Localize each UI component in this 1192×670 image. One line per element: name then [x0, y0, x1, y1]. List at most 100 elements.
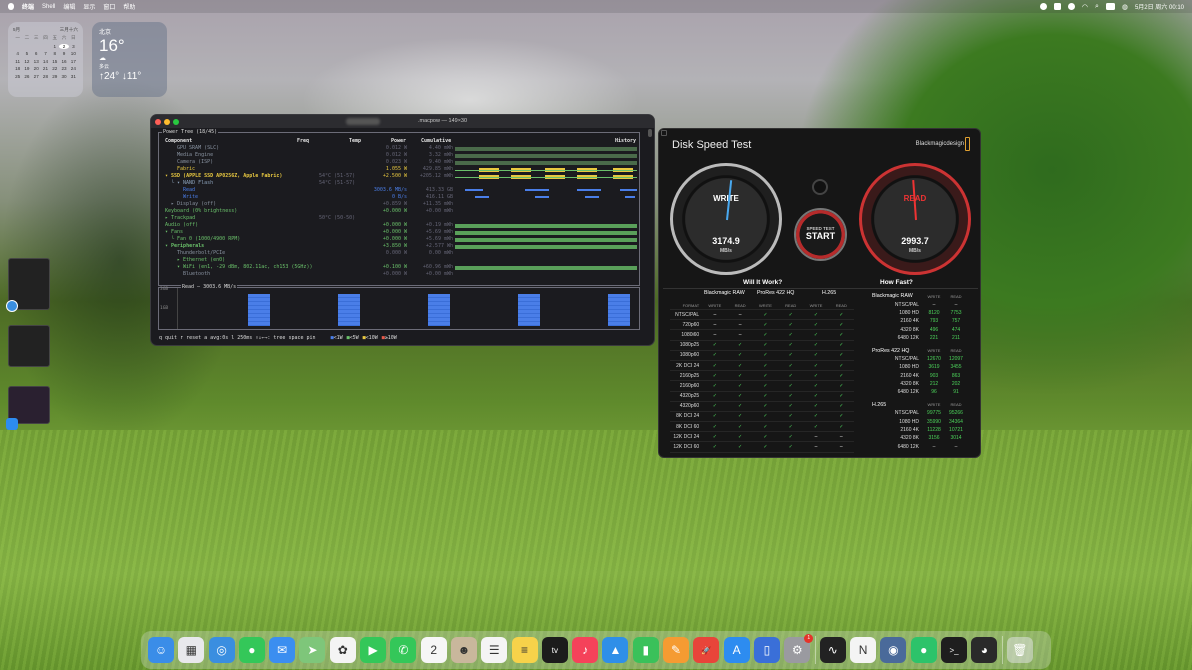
- dock-glyph: ▯: [763, 643, 771, 657]
- check-icon: ✓: [839, 311, 844, 318]
- terminal-window[interactable]: .macpow — 149×30 Power Tree (18/45) Comp…: [150, 114, 655, 346]
- dst-settings-knob[interactable]: [812, 179, 828, 195]
- speed-test-start-button[interactable]: SPEED TEST START: [794, 208, 847, 261]
- col-history: History: [615, 138, 637, 144]
- check-icon: ✓: [763, 362, 768, 369]
- safari-stage-icon[interactable]: [6, 300, 18, 312]
- terminal-scrollbar[interactable]: [648, 129, 652, 137]
- power-tree-pane[interactable]: Power Tree (18/45) Component Freq Temp P…: [158, 129, 640, 286]
- menu-bar: 终端 Shell 编辑 显示 窗口 帮助 ◠ ⌕ ◍ 5月2日 周六 00:10: [0, 0, 1192, 13]
- apple-menu-icon[interactable]: [8, 3, 14, 10]
- how-fast-format: 4320 8K: [900, 435, 919, 442]
- dock-phone-icon[interactable]: ✆: [390, 637, 417, 663]
- check-icon: ✓: [763, 382, 768, 389]
- tree-row-cumulative: +5.69 mWh: [425, 229, 453, 235]
- calendar-day: 8: [53, 51, 57, 57]
- tree-row-name[interactable]: Keyboard (0% brightness): [165, 208, 237, 215]
- dock-maps-icon[interactable]: ➤: [299, 637, 326, 663]
- history-bar: [465, 189, 483, 191]
- dock-facetime-icon[interactable]: ▶: [360, 637, 387, 663]
- dock-music-icon[interactable]: ♪: [572, 637, 599, 663]
- wechat-status-icon[interactable]: [1039, 3, 1047, 10]
- tree-row-name[interactable]: GPU SRAM (SLC): [177, 145, 219, 152]
- control-center-icon[interactable]: [1105, 3, 1115, 10]
- tree-row-name[interactable]: Media Engine: [177, 152, 213, 159]
- dock-rocket-icon[interactable]: 🚀: [693, 637, 720, 663]
- dock-notes-icon[interactable]: ≡: [511, 637, 538, 663]
- tree-row-name[interactable]: Audio (off): [165, 222, 198, 229]
- dock-numbers-icon[interactable]: ▮: [632, 637, 659, 663]
- format-row: 2160p25 ✓ ✓ ✓ ✓ ✓ ✓: [670, 371, 854, 382]
- dock-calendar-icon[interactable]: 2: [420, 637, 447, 663]
- dock-finder-icon[interactable]: ☺: [148, 637, 174, 663]
- dock-reminders-icon[interactable]: ☰: [481, 637, 508, 663]
- dock-preview-icon[interactable]: ▯: [753, 637, 780, 663]
- dock-launchpad-icon[interactable]: ▦: [178, 637, 205, 663]
- tree-row-name[interactable]: ▾ SSD (APPLE SSD AP0256Z, Apple Fabric): [165, 173, 282, 180]
- dock-separator: [814, 636, 816, 664]
- menu-item-edit[interactable]: 编辑: [63, 2, 75, 11]
- tree-row-name[interactable]: Write: [183, 194, 198, 201]
- tree-row-name[interactable]: Bluetooth: [183, 271, 210, 278]
- menu-item-shell[interactable]: Shell: [42, 4, 55, 10]
- tree-row-name[interactable]: Thunderbolt/PCIe: [177, 250, 225, 257]
- wifi-icon[interactable]: ◠: [1082, 3, 1088, 11]
- how-fast-write-value: 496: [929, 326, 939, 333]
- how-fast-group-header: H.265 WRITE READ: [872, 401, 972, 409]
- check-icon: ✓: [813, 331, 819, 338]
- calendar-day: 14: [42, 58, 49, 64]
- check-icon: ✓: [839, 352, 844, 359]
- tree-row-name[interactable]: ▸ Ethernet (en0): [177, 257, 225, 264]
- dock-pages-icon[interactable]: ✎: [663, 637, 690, 663]
- app-store-stage-icon[interactable]: [6, 418, 18, 430]
- menu-item-view[interactable]: 显示: [83, 2, 95, 11]
- tree-row-name[interactable]: ▾ Peripherals: [165, 243, 204, 250]
- app-status-icon[interactable]: [1053, 3, 1061, 10]
- status-icon-3[interactable]: [1067, 3, 1075, 10]
- dock-system-settings-icon[interactable]: ⚙ 1: [784, 634, 814, 663]
- menu-item-window[interactable]: 窗口: [103, 2, 115, 11]
- menu-item-help[interactable]: 帮助: [123, 2, 135, 11]
- search-icon[interactable]: ⌕: [1095, 3, 1099, 11]
- dock-mail-icon[interactable]: ✉: [269, 637, 296, 663]
- dock-app-store-icon[interactable]: A: [723, 637, 750, 663]
- menu-app-name[interactable]: 终端: [22, 2, 34, 11]
- siri-icon[interactable]: ◍: [1122, 3, 1128, 11]
- dock-photos-icon[interactable]: ✿: [329, 637, 356, 663]
- tree-row-name[interactable]: ▾ WiFi (en1, -29 dBm, 802.11ac, ch153 (5…: [177, 264, 312, 271]
- tree-row-name[interactable]: ▾ Fans: [165, 229, 183, 236]
- stage-thumb-2[interactable]: [8, 325, 50, 367]
- dock-disk-utility-icon[interactable]: ◉: [880, 637, 907, 663]
- tree-row-name[interactable]: └ Fan 0 (1000/4900 RPM): [171, 236, 240, 243]
- power-tree-title: Power Tree (18/45): [162, 129, 219, 135]
- dock-safari-icon[interactable]: ◎: [208, 637, 235, 663]
- tree-row-name[interactable]: └ ▾ NAND Flash: [171, 180, 213, 187]
- write-gauge: WRITE 3174.9 MB/s: [670, 163, 782, 275]
- calendar-day: 3: [72, 43, 75, 49]
- terminal-titlebar[interactable]: .macpow — 149×30: [151, 115, 654, 128]
- tree-row-history: [455, 272, 637, 277]
- dock-glyph: ☺: [154, 643, 168, 657]
- dock-messages-icon[interactable]: ●: [238, 637, 265, 663]
- menubar-clock[interactable]: 5月2日 周六 00:10: [1135, 2, 1184, 11]
- tree-row-name[interactable]: Fabric: [177, 166, 195, 173]
- calendar-widget[interactable]: 5月 三月十六 一二三四五六日 1 2 3 4 5 6 7 8 9 10 11 12 13 14 15 16 17…: [8, 22, 83, 97]
- tree-row-name[interactable]: Camera (ISP): [177, 159, 213, 166]
- dock-terminal-icon[interactable]: >_: [941, 637, 968, 663]
- dock-keynote-icon[interactable]: ▲: [602, 637, 629, 663]
- check-icon: ✓: [788, 382, 793, 389]
- dock-disk-speed-test-icon[interactable]: ◕: [971, 637, 998, 663]
- dock-activity-monitor-icon[interactable]: ∿: [819, 637, 846, 663]
- dock-wechat-icon[interactable]: ●: [910, 637, 937, 663]
- dock-trash-icon[interactable]: 🗑: [1006, 637, 1033, 663]
- disk-speed-test-window[interactable]: Disk Speed Test Blackmagicdesign WRITE 3…: [658, 128, 981, 458]
- dock-tv-icon[interactable]: tv: [541, 637, 568, 663]
- dock-notion-icon[interactable]: N: [850, 637, 877, 663]
- format-name: 1080p60: [679, 352, 700, 359]
- dock-contacts-icon[interactable]: ☻: [450, 637, 477, 663]
- close-button[interactable]: [661, 130, 667, 136]
- tree-row-name[interactable]: ▸ Display (off): [171, 201, 216, 208]
- tree-row-name[interactable]: ▸ Trackpad: [165, 215, 195, 222]
- weather-widget[interactable]: 北京 16° ☁ 多云 ↑24° ↓11°: [92, 22, 167, 97]
- tree-row-name[interactable]: Read: [183, 187, 195, 194]
